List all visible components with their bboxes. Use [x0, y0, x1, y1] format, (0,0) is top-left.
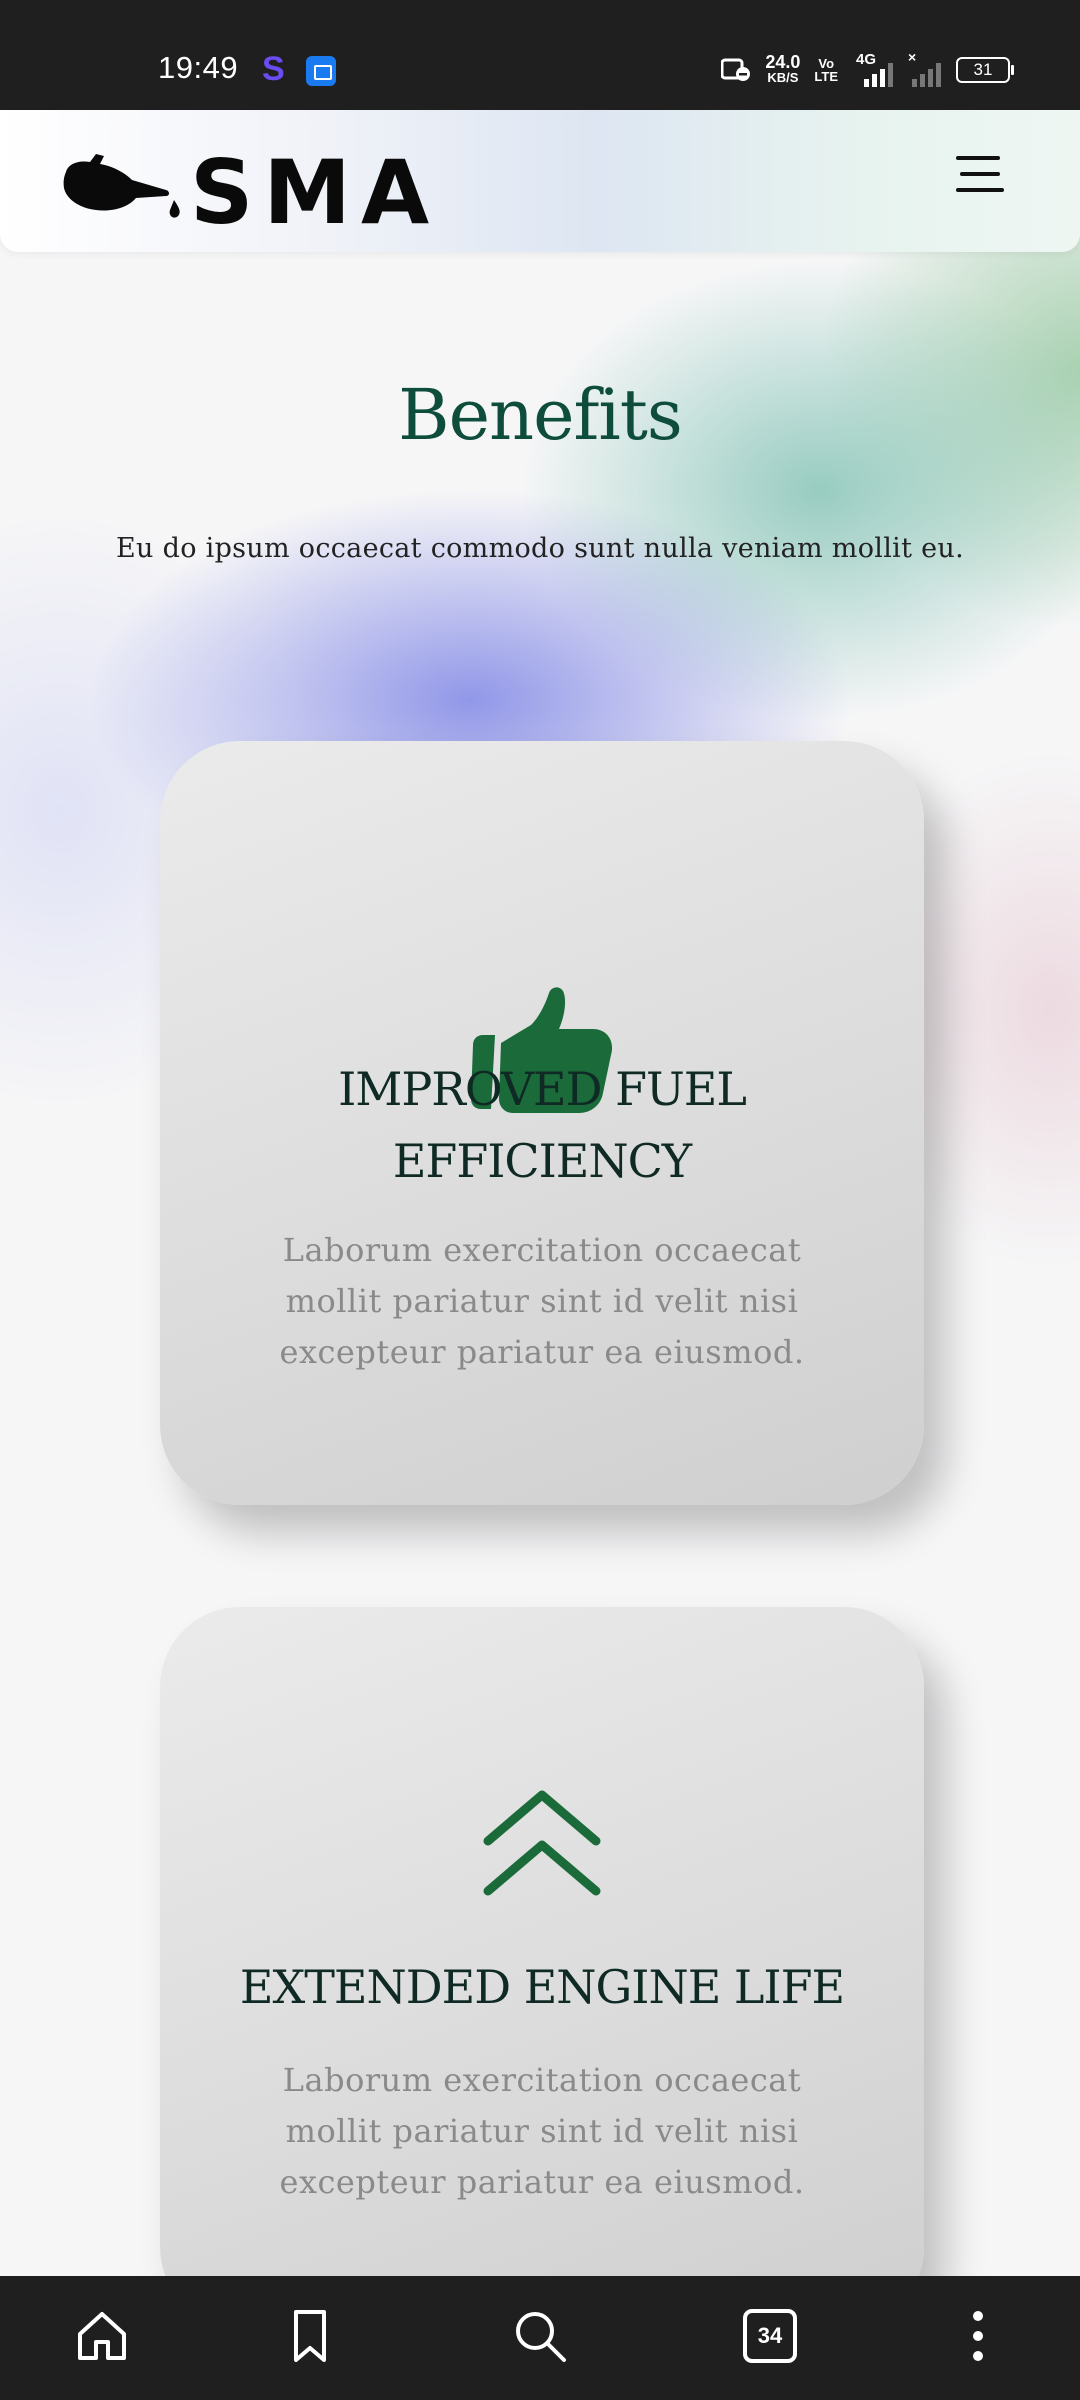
card-description: Laborum exercitation occaecat mollit par…: [279, 2061, 805, 2201]
tabs-button[interactable]: 34: [743, 2309, 797, 2363]
bookmark-icon[interactable]: [280, 2306, 340, 2366]
oil-can-icon: [63, 154, 180, 218]
network-speed: 24.0 KB/S: [765, 52, 801, 86]
menu-line-1: [956, 156, 1000, 160]
app-notification-icon: [306, 56, 336, 86]
home-icon[interactable]: [72, 2306, 132, 2366]
battery-level: 31: [973, 60, 993, 79]
section-title: Benefits: [398, 374, 683, 456]
search-icon[interactable]: [510, 2306, 570, 2366]
volte-bottom: LTE: [814, 69, 838, 84]
benefit-card: EXTENDED ENGINE LIFE Laborum exercitatio…: [160, 1607, 924, 2276]
card-title: EXTENDED ENGINE LIFE: [239, 1960, 845, 2014]
site-header: SMA: [0, 110, 1080, 252]
signal-bars-dim-icon: [912, 59, 941, 87]
app-s-notification-icon: S: [262, 50, 285, 88]
battery-icon: 31: [956, 57, 1014, 83]
network-speed-value: 24.0: [765, 52, 801, 72]
network-speed-unit: KB/S: [767, 70, 799, 85]
web-page: SMA Benefits Eu do ipsum occaecat commod…: [0, 110, 1080, 2276]
volte-indicator: Vo LTE: [814, 57, 838, 83]
status-time: 19:49: [158, 50, 239, 85]
benefit-card: IMPROVED FUEL EFFICIENCY Laborum exercit…: [160, 741, 924, 1505]
more-vertical-icon[interactable]: [948, 2306, 1008, 2366]
menu-line-2: [960, 172, 1000, 176]
signal-bars-icon: [864, 59, 893, 87]
data-saver-icon: [721, 58, 751, 81]
logo-text: SMA: [190, 141, 440, 244]
double-chevron-up-icon: [483, 1790, 601, 1896]
card-title: IMPROVED FUEL EFFICIENCY: [338, 1062, 747, 1188]
browser-bottom-bar: 34: [0, 2276, 1080, 2400]
menu-line-3: [956, 188, 1004, 192]
card-description: Laborum exercitation occaecat mollit par…: [279, 1231, 805, 1371]
site-logo[interactable]: SMA: [62, 140, 429, 240]
section-subtitle: Eu do ipsum occaecat commodo sunt nulla …: [116, 533, 964, 564]
signal-sim2: ×: [906, 49, 942, 87]
status-bar: 19:49 S 24.0 KB/S Vo LTE 4G × 31: [0, 0, 1080, 110]
tabs-count: 34: [757, 2323, 783, 2348]
status-icons: 24.0 KB/S Vo LTE 4G × 31: [721, 49, 1014, 90]
menu-button[interactable]: [956, 154, 1004, 198]
signal-4g: 4G: [852, 51, 893, 87]
